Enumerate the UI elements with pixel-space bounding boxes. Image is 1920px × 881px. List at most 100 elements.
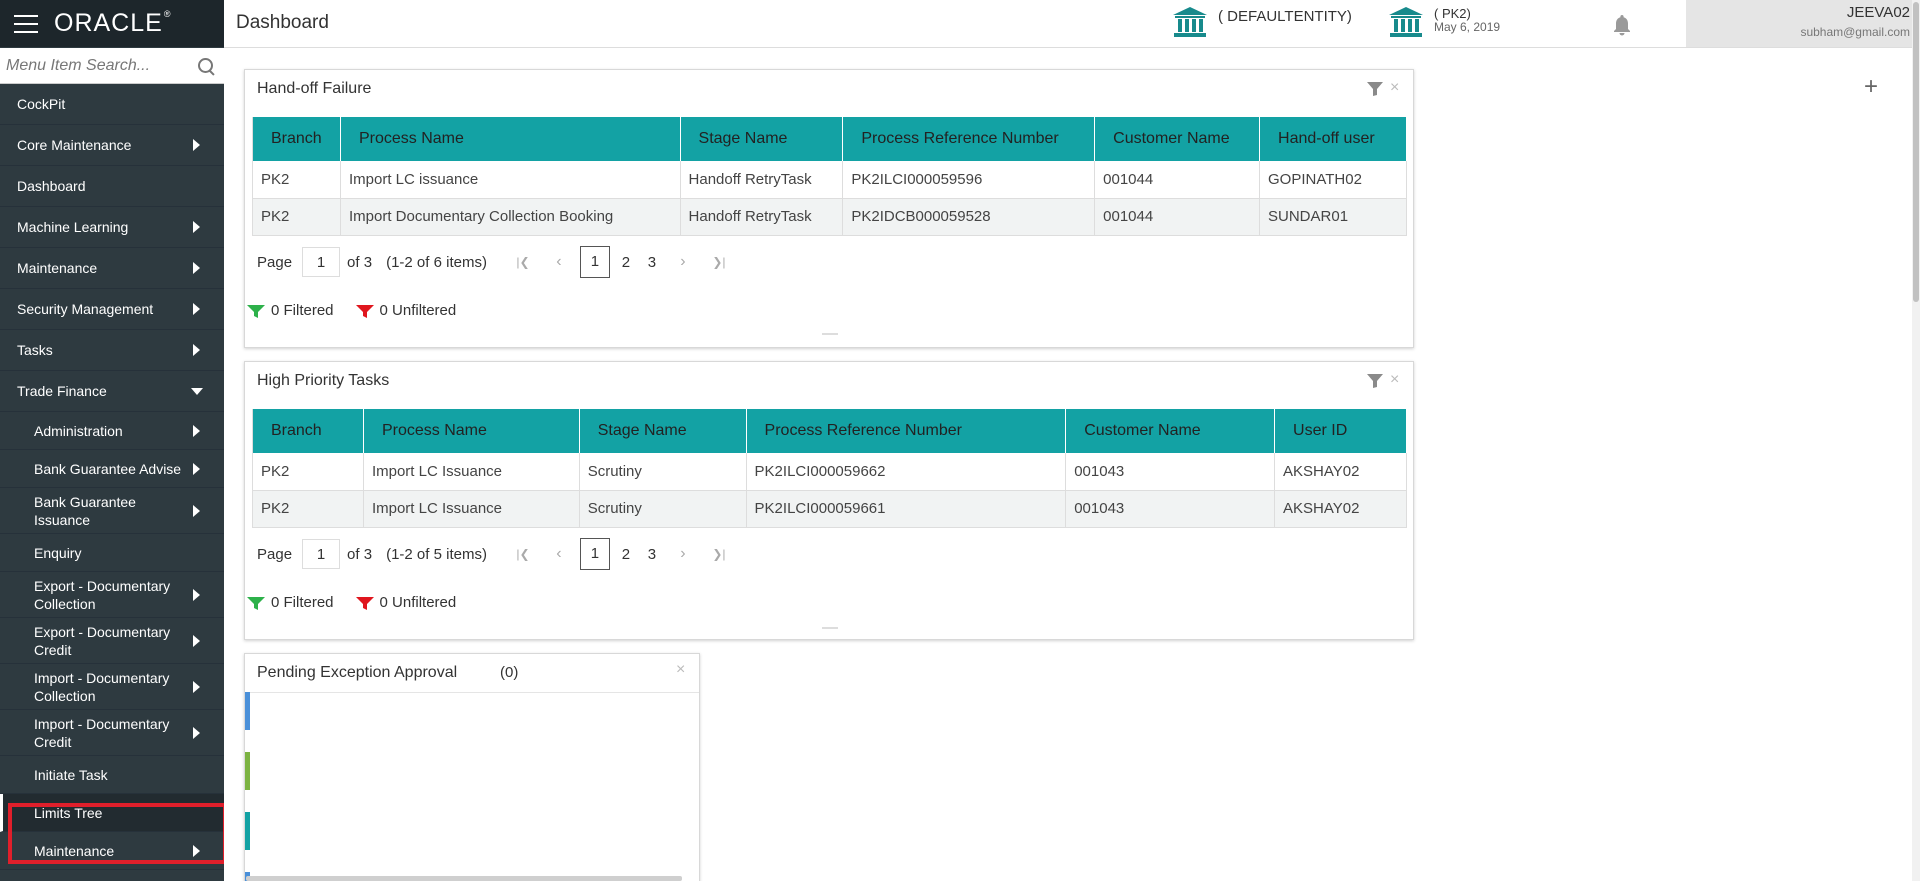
last-page-icon[interactable]: ❯|: [701, 255, 737, 269]
first-page-icon[interactable]: ❯|: [505, 547, 541, 561]
chevron-right-icon[interactable]: [193, 844, 200, 857]
column-header[interactable]: Hand-off user: [1259, 117, 1407, 161]
prev-page-icon[interactable]: ‹: [541, 253, 577, 271]
table-row[interactable]: PK2 Import Documentary Collection Booking…: [252, 198, 1407, 236]
close-icon[interactable]: ×: [1390, 80, 1399, 96]
vertical-scrollbar[interactable]: [1912, 0, 1920, 881]
chevron-right-icon[interactable]: [193, 634, 200, 647]
column-header[interactable]: Branch: [252, 409, 364, 453]
sidebar: ORACLE® CockPit Core Maintenance Dashboard…: [0, 0, 224, 881]
chevron-right-icon[interactable]: [193, 262, 200, 274]
sidebar-item-trade-finance[interactable]: Trade Finance: [0, 371, 224, 412]
pager-label: Page: [257, 545, 293, 563]
page-number-button[interactable]: 2: [613, 254, 639, 271]
close-icon[interactable]: ×: [676, 662, 685, 678]
branch-selector[interactable]: ( PK2) May 6, 2019: [1388, 6, 1500, 38]
sidebar-item-cockpit[interactable]: CockPit: [0, 84, 224, 125]
unfiltered-count[interactable]: 0 Unfiltered: [380, 594, 457, 611]
filter-legend: 0 Filtered 0 Unfiltered: [247, 301, 456, 319]
scrollbar-thumb[interactable]: [1913, 2, 1919, 302]
column-header[interactable]: Process Reference Number: [842, 117, 1096, 161]
table-cell: AKSHAY02: [1274, 453, 1407, 491]
filtered-count[interactable]: 0 Filtered: [271, 302, 334, 319]
sidebar-item-machine-learning[interactable]: Machine Learning: [0, 207, 224, 248]
next-page-icon[interactable]: ›: [665, 253, 701, 271]
sidebar-item-bank-guarantee-issuance[interactable]: Bank Guarantee Issuance: [0, 488, 224, 534]
filter-icon[interactable]: [1367, 374, 1383, 388]
close-icon[interactable]: ×: [1390, 372, 1399, 388]
page-number-button[interactable]: 1: [579, 246, 610, 278]
resize-handle[interactable]: [822, 333, 838, 335]
sidebar-item-core-maintenance[interactable]: Core Maintenance: [0, 125, 224, 166]
sidebar-item-export-documentary-credit[interactable]: Export - Documentary Credit: [0, 618, 224, 664]
column-header[interactable]: Customer Name: [1065, 409, 1276, 453]
chevron-right-icon[interactable]: [193, 588, 200, 601]
sidebar-item-maintenance[interactable]: Maintenance: [0, 248, 224, 289]
sidebar-item-label: Security Management: [17, 301, 154, 317]
chevron-right-icon[interactable]: [193, 726, 200, 739]
filter-icon[interactable]: [1367, 82, 1383, 96]
prev-page-icon[interactable]: ‹: [541, 545, 577, 563]
panel-title: Pending Exception Approval: [257, 664, 458, 681]
sidebar-item-limits-tree[interactable]: Limits Tree: [0, 794, 224, 832]
sidebar-item-import-documentary-collection[interactable]: Import - Documentary Collection: [0, 664, 224, 710]
chevron-down-icon[interactable]: [191, 388, 203, 395]
resize-handle[interactable]: [822, 627, 838, 629]
sidebar-item-tasks[interactable]: Tasks: [0, 330, 224, 371]
hamburger-icon[interactable]: [14, 14, 38, 33]
sidebar-item-import-documentary-credit[interactable]: Import - Documentary Credit: [0, 710, 224, 756]
sidebar-item-bank-guarantee-advise[interactable]: Bank Guarantee Advise: [0, 450, 224, 488]
column-header[interactable]: Process Name: [340, 117, 681, 161]
page-number-button[interactable]: 3: [639, 254, 665, 271]
column-header[interactable]: Process Name: [363, 409, 580, 453]
table-row[interactable]: PK2 Import LC Issuance Scrutiny PK2ILCI0000…: [252, 453, 1407, 491]
search-icon[interactable]: [196, 56, 216, 76]
chevron-right-icon[interactable]: [193, 462, 200, 475]
user-name: JEEVA02: [1846, 4, 1910, 21]
table-cell: 001043: [1065, 490, 1276, 528]
column-header[interactable]: Stage Name: [579, 409, 747, 453]
handoff-table: Branch Process Name Stage Name Process Refe…: [252, 117, 1407, 236]
menu-search: [0, 48, 224, 84]
entity-selector[interactable]: ( DEFAULTENTITY): [1172, 6, 1352, 38]
next-page-icon[interactable]: ›: [665, 545, 701, 563]
chevron-right-icon[interactable]: [193, 344, 200, 356]
table-row[interactable]: PK2 Import LC Issuance Scrutiny PK2ILCI0000…: [252, 490, 1407, 528]
bell-icon[interactable]: [1610, 13, 1634, 37]
sidebar-item-export-documentary-collection[interactable]: Export - Documentary Collection: [0, 572, 224, 618]
page-number-input[interactable]: [302, 247, 341, 277]
column-header[interactable]: Branch: [252, 117, 341, 161]
menu-search-input[interactable]: [6, 56, 196, 75]
sidebar-item-maintenance[interactable]: Maintenance: [0, 832, 224, 870]
column-header[interactable]: Customer Name: [1094, 117, 1261, 161]
page-number-button[interactable]: 3: [639, 546, 665, 563]
horizontal-scrollbar[interactable]: [246, 876, 682, 881]
sidebar-item-enquiry[interactable]: Enquiry: [0, 534, 224, 572]
sidebar-item-initiate-task[interactable]: Initiate Task: [0, 756, 224, 794]
sidebar-item-security-management[interactable]: Security Management: [0, 289, 224, 330]
chevron-right-icon[interactable]: [193, 424, 200, 437]
chevron-right-icon[interactable]: [193, 221, 200, 233]
chevron-right-icon[interactable]: [193, 504, 200, 517]
sidebar-item-dashboard[interactable]: Dashboard: [0, 166, 224, 207]
sidebar-item-label: Enquiry: [34, 544, 82, 561]
chevron-right-icon[interactable]: [193, 303, 200, 315]
first-page-icon[interactable]: ❯|: [505, 255, 541, 269]
sidebar-item-administration[interactable]: Administration: [0, 412, 224, 450]
unfiltered-count[interactable]: 0 Unfiltered: [380, 302, 457, 319]
page-number-button[interactable]: 1: [579, 538, 610, 570]
filtered-count[interactable]: 0 Filtered: [271, 594, 334, 611]
last-page-icon[interactable]: ❯|: [701, 547, 737, 561]
user-menu[interactable]: JEEVA02 subham@gmail.com: [1686, 0, 1920, 47]
plus-icon[interactable]: +: [1864, 75, 1878, 99]
column-header[interactable]: Stage Name: [680, 117, 844, 161]
page-number-input[interactable]: [302, 539, 341, 569]
page-number-button[interactable]: 2: [613, 546, 639, 563]
table-row[interactable]: PK2 Import LC issuance Handoff RetryTask PK…: [252, 161, 1407, 199]
brand-bar: ORACLE®: [0, 0, 224, 47]
high-priority-tasks-panel: High Priority Tasks × Branch Process Name…: [244, 361, 1414, 640]
column-header[interactable]: User ID: [1274, 409, 1407, 453]
chevron-right-icon[interactable]: [193, 139, 200, 151]
chevron-right-icon[interactable]: [193, 680, 200, 693]
column-header[interactable]: Process Reference Number: [746, 409, 1067, 453]
